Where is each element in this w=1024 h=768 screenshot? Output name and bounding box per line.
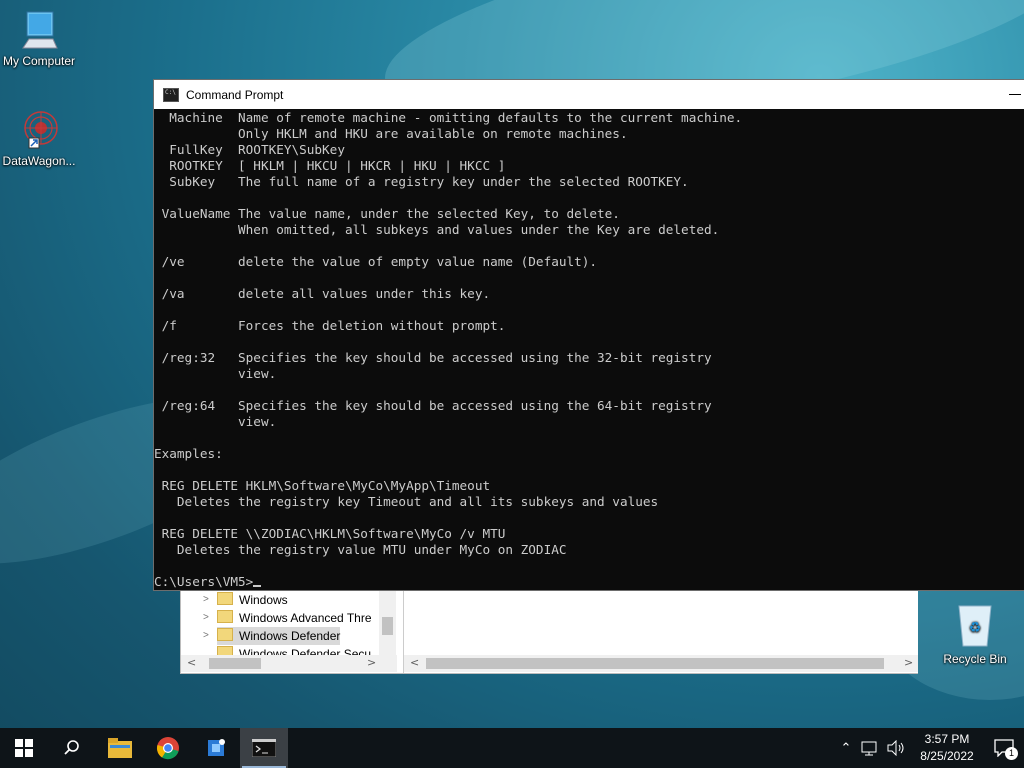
network-icon[interactable] [860,740,882,756]
folder-icon [217,628,233,641]
system-tray: ⌃ 3:57 PM 8/25/2022 1 [834,728,1024,768]
scroll-left-icon[interactable]: < [187,656,196,669]
command-prompt-icon [252,739,276,757]
folder-icon [217,592,233,605]
console-line: Only HKLM and HKU are available on remot… [154,126,628,141]
console-line: /f Forces the deletion without prompt. [154,318,506,333]
windows-logo-icon [15,739,33,757]
console-line: Deletes the registry value MTU under MyC… [154,542,567,557]
console-line: SubKey The full name of a registry key u… [154,174,689,189]
notification-count: 1 [1005,747,1018,760]
console-line: view. [154,366,277,381]
values-horizontal-scrollbar[interactable]: < > [404,655,918,672]
clock-time: 3:57 PM [924,732,970,746]
console-line: FullKey ROOTKEY\SubKey [154,142,345,157]
tree-item[interactable]: > Windows [203,591,288,609]
folder-icon [217,646,233,655]
taskbar: ⌃ 3:57 PM 8/25/2022 1 [0,728,1024,768]
console-line: ROOTKEY [ HKLM | HKCU | HKCR | HKU | HKC… [154,158,506,173]
console-line: ValueName The value name, under the sele… [154,206,620,221]
scroll-right-icon[interactable]: > [904,656,913,669]
console-prompt[interactable]: C:\Users\VM5> [154,574,1024,590]
minimize-button[interactable] [1009,94,1021,95]
datawagon-icon [208,739,225,756]
taskbar-file-explorer[interactable] [96,728,144,768]
monitor-icon [17,8,61,52]
volume-icon[interactable] [886,740,908,756]
chevron-up-icon[interactable]: ⌃ [834,741,858,756]
desktop-icon-label: My Computer [2,54,76,68]
desktop-icon-my-computer[interactable]: My Computer [0,8,78,68]
folder-icon [217,610,233,623]
chevron-right-icon[interactable]: > [203,627,209,645]
clock[interactable]: 3:57 PM 8/25/2022 [910,731,984,765]
console-line: view. [154,414,277,429]
search-button[interactable] [48,728,96,768]
file-explorer-icon [108,738,132,758]
registry-editor-window: > Windows > Windows Advanced Thre > Wind… [180,588,918,674]
console-line: REG DELETE \\ZODIAC\HKLM\Software\MyCo /… [154,526,506,541]
datawagon-shortcut-icon [17,108,61,152]
title-bar[interactable]: Command Prompt [154,80,1024,109]
console-line: REG DELETE HKLM\Software\MyCo\MyApp\Time… [154,478,491,493]
tree-vertical-scrollbar[interactable] [379,589,396,655]
taskbar-datawagon[interactable] [192,728,240,768]
svg-text:♻: ♻ [969,620,982,636]
clock-date: 8/25/2022 [920,749,974,763]
console-line: /reg:32 Specifies the key should be acce… [154,350,712,365]
start-button[interactable] [0,728,48,768]
console-line: /va delete all values under this key. [154,286,491,301]
tree-horizontal-scrollbar[interactable]: < > [181,655,397,672]
desktop-icon-label: DataWagon... [2,154,76,168]
window-title: Command Prompt [186,87,284,102]
desktop-icon-recycle-bin[interactable]: ♻ Recycle Bin [936,602,1014,666]
console-line: When omitted, all subkeys and values und… [154,222,720,237]
taskbar-chrome[interactable] [144,728,192,768]
recycle-bin-icon: ♻ [953,602,997,650]
registry-tree[interactable]: > Windows > Windows Advanced Thre > Wind… [181,589,397,673]
console-line: Deletes the registry key Timeout and all… [154,494,659,509]
search-icon [64,740,79,755]
text-cursor [253,585,262,587]
notification-center-button[interactable]: 1 [984,728,1024,768]
scroll-right-icon[interactable]: > [367,656,376,669]
chevron-right-icon[interactable]: > [203,591,209,609]
command-prompt-window[interactable]: Command Prompt Machine Name of remote ma… [153,79,1024,591]
tree-item-selected[interactable]: > Windows Defender [203,627,341,645]
scroll-left-icon[interactable]: < [410,656,419,669]
chevron-right-icon[interactable]: > [203,609,209,627]
registry-values-pane[interactable]: < > [403,589,918,673]
desktop-icon-datawagon[interactable]: DataWagon... [0,108,78,168]
console-line: /ve delete the value of empty value name… [154,254,598,269]
chrome-icon [156,737,179,760]
prompt-text: C:\Users\VM5> [154,574,254,589]
tree-item[interactable]: > Windows Defender Secu [217,645,371,655]
console-line: /reg:64 Specifies the key should be acce… [154,398,712,413]
console-output[interactable]: Machine Name of remote machine - omittin… [154,109,1024,590]
console-line: Examples: [154,446,223,461]
console-line: Machine Name of remote machine - omittin… [154,110,743,125]
desktop-icon-label: Recycle Bin [943,652,1007,666]
taskbar-command-prompt[interactable] [240,728,288,768]
tree-item[interactable]: > Windows Advanced Thre [203,609,372,627]
command-prompt-icon [163,87,179,102]
